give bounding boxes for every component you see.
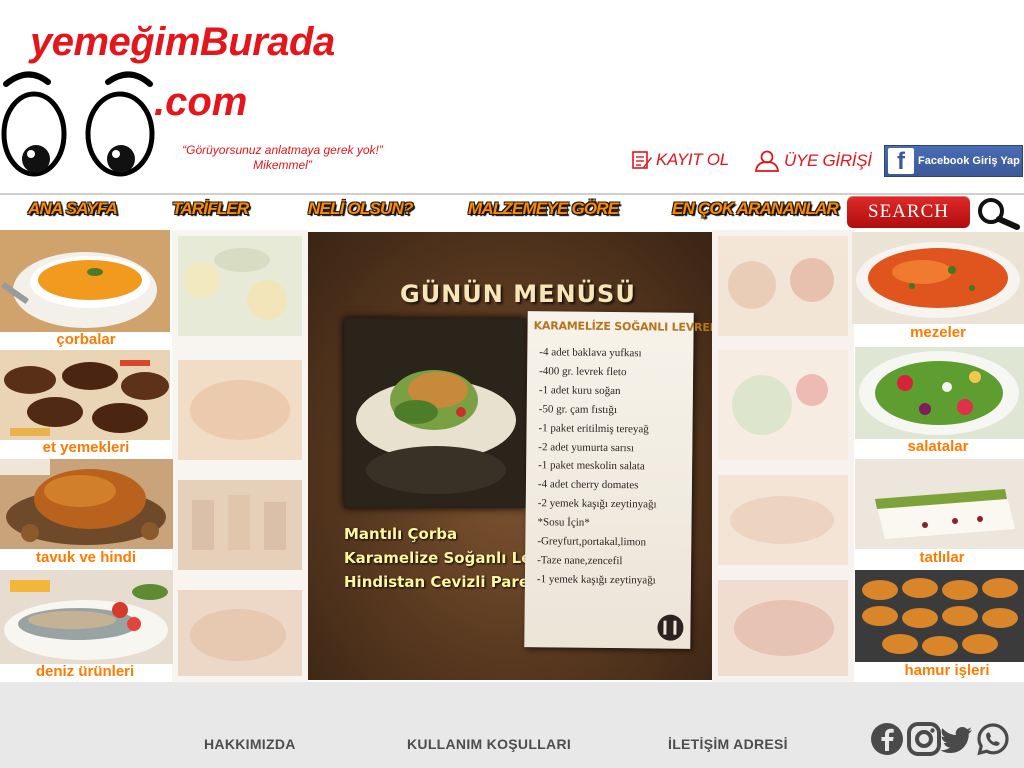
recipe-ingredient: -2 adet yumurta sarısı	[538, 440, 635, 454]
recipe-ingredient-list: -4 adet baklava yufkası -400 gr. levrek …	[537, 343, 658, 590]
twitter-icon[interactable]	[940, 722, 974, 756]
recipe-ingredient: *Sosu İçin*	[537, 516, 590, 529]
facebook-icon[interactable]	[870, 722, 904, 756]
collage-left-image	[172, 230, 308, 682]
category-appetizers-label[interactable]: mezeler	[852, 324, 1024, 341]
category-salads-label[interactable]: salatalar	[852, 438, 1024, 455]
category-meat-image[interactable]	[0, 350, 170, 440]
register-link[interactable]: KAYIT OL	[630, 150, 729, 170]
recipe-ingredient: -4 adet cherry domates	[537, 478, 639, 492]
facebook-login-button[interactable]: f Facebook Giriş Yap	[884, 145, 1023, 177]
register-label: KAYIT OL	[656, 150, 729, 169]
recipe-card-title: KARAMELİZE SOĞANLI LEVREK	[533, 319, 712, 335]
logo-brand-name: yemeğimBurada	[30, 20, 335, 64]
category-desserts-label[interactable]: tatlılar	[852, 549, 1024, 566]
recipe-ingredient: -1 paket eritilmiş tereyağ	[538, 421, 649, 436]
nav-recipes[interactable]: TARİFLER	[172, 199, 249, 219]
facebook-icon: f	[888, 148, 914, 174]
collage-right-image	[712, 230, 854, 682]
recipe-ingredient: -2 yemek kaşığı zeytinyağı	[537, 497, 657, 511]
nav-most-searched[interactable]: EN ÇOK ARANANLAR	[672, 199, 839, 219]
category-soups-label[interactable]: çorbalar	[0, 331, 172, 348]
logo-eyes-icon	[1, 71, 155, 177]
category-seafood-label[interactable]: deniz ürünleri	[0, 663, 170, 680]
nav-what-to-cook[interactable]: NELİ OLSUN?	[308, 199, 413, 219]
category-pastry-image[interactable]	[855, 570, 1024, 662]
recipe-ingredient: -50 gr. çam fıstığı	[538, 402, 618, 416]
category-pastry-label[interactable]: hamur işleri	[852, 662, 1024, 679]
register-icon	[632, 151, 652, 169]
slogan-line-1: “Görüyorsunuz anlatmaya gerek yok!”	[182, 143, 383, 157]
recipe-ingredient: -400 gr. levrek fleto	[539, 365, 627, 379]
nav-by-ingredient[interactable]: MALZEMEYE GÖRE	[468, 199, 619, 219]
recipe-ingredient: -Taze nane,zencefil	[537, 554, 623, 568]
daily-menu-title: GÜNÜN MENÜSÜ	[400, 280, 636, 308]
header-divider	[0, 193, 1024, 195]
whatsapp-icon[interactable]	[976, 722, 1010, 756]
footer-contact-link[interactable]: İLETİŞİM ADRESİ	[668, 736, 788, 752]
category-soups-image[interactable]	[0, 230, 170, 332]
user-icon	[754, 150, 780, 172]
category-poultry-image[interactable]	[0, 459, 173, 549]
category-desserts-image[interactable]	[855, 459, 1024, 549]
category-meat-label[interactable]: et yemekleri	[0, 439, 172, 456]
footer-terms-link[interactable]: KULLANIM KOŞULLARI	[407, 736, 571, 752]
recipe-ingredient: -1 adet kuru soğan	[538, 384, 621, 397]
recipe-ingredient: -1 yemek kaşığı zeytinyağı	[536, 573, 656, 587]
logo-tld: .com	[154, 80, 248, 124]
instagram-icon[interactable]	[907, 722, 941, 756]
login-label: ÜYE GİRİŞİ	[784, 151, 872, 170]
category-salads-image[interactable]	[855, 347, 1024, 439]
recipe-ingredient: -4 adet baklava yufkası	[539, 346, 642, 360]
search-button[interactable]: SEARCH	[847, 196, 970, 228]
login-link[interactable]: ÜYE GİRİŞİ	[754, 150, 872, 172]
daily-menu-photo	[344, 318, 526, 508]
nav-home[interactable]: ANA SAYFA	[28, 199, 118, 219]
recipe-ingredient: -Greyfurt,portakal,limon	[537, 535, 647, 549]
slogan-line-2: Mikemmel”	[253, 158, 312, 172]
daily-menu-board: GÜNÜN MENÜSÜ Mantılı Çorba Karamelize So…	[308, 232, 712, 680]
category-appetizers-image[interactable]	[852, 232, 1024, 324]
recipe-ingredient: -1 paket meskolin salata	[538, 459, 645, 473]
category-poultry-label[interactable]: tavuk ve hindi	[0, 549, 172, 566]
category-seafood-image[interactable]	[0, 570, 173, 664]
facebook-login-label: Facebook Giriş Yap	[918, 155, 1020, 167]
recipe-card: KARAMELİZE SOĞANLI LEVREK -4 adet baklav…	[524, 311, 712, 649]
slogan: “Görüyorsunuz anlatmaya gerek yok!” Mike…	[160, 143, 405, 173]
chef-icon	[657, 614, 684, 641]
search-icon[interactable]	[972, 196, 1020, 230]
footer-about-link[interactable]: HAKKIMIZDA	[204, 736, 296, 752]
